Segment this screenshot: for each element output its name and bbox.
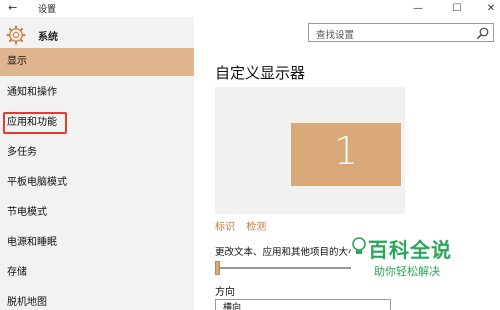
- search-input[interactable]: 查找设置: [308, 23, 494, 42]
- orientation-select[interactable]: 横向: [215, 299, 391, 310]
- title-bar: ← 设置 — ☐ ✕: [0, 0, 500, 17]
- gear-icon: [6, 25, 26, 45]
- highlight-box: [3, 112, 67, 134]
- monitor-1[interactable]: 1: [291, 123, 401, 186]
- sidebar-item-power-sleep[interactable]: 电源和睡眠: [0, 229, 194, 257]
- scale-slider-thumb[interactable]: [215, 261, 220, 275]
- watermark: 百科全说 助你轻松解决: [350, 232, 500, 288]
- sidebar-item-multitasking[interactable]: 多任务: [0, 139, 194, 167]
- search-placeholder: 查找设置: [316, 30, 355, 41]
- identify-link[interactable]: 标识: [215, 222, 235, 233]
- sidebar-item-storage[interactable]: 存储: [0, 259, 194, 287]
- maximize-button[interactable]: ☐: [440, 0, 474, 17]
- detect-link[interactable]: 检测: [246, 222, 266, 233]
- monitor-number: 1: [333, 129, 359, 173]
- scale-label: 更改文本、应用和其他项目的大小: [215, 247, 351, 258]
- orientation-label: 方向: [215, 287, 235, 298]
- watermark-brand: 百科全说: [368, 238, 452, 262]
- sidebar-item-offline-maps[interactable]: 脱机地图: [0, 289, 194, 310]
- sidebar-section-title: 系统: [38, 32, 58, 43]
- orientation-value: 横向: [223, 303, 242, 310]
- sidebar-item-battery-saver[interactable]: 节电模式: [0, 199, 194, 227]
- minimize-button[interactable]: —: [401, 0, 435, 17]
- page-title: 自定义显示器: [215, 64, 306, 82]
- sidebar-item-display[interactable]: 显示: [0, 48, 194, 76]
- back-arrow-icon[interactable]: ←: [8, 1, 17, 14]
- window-title: 设置: [38, 5, 57, 15]
- sidebar-header[interactable]: 系统: [0, 23, 194, 49]
- close-button[interactable]: ✕: [474, 0, 500, 17]
- scale-slider-track[interactable]: [215, 267, 351, 269]
- sidebar-item-tablet-mode[interactable]: 平板电脑模式: [0, 169, 194, 197]
- lightbulb-icon: [352, 237, 366, 254]
- sidebar-item-notifications[interactable]: 通知和操作: [0, 79, 194, 107]
- watermark-slogan: 助你轻松解决: [374, 265, 440, 278]
- monitor-links: 标识 检测: [215, 218, 274, 233]
- search-icon[interactable]: [476, 26, 490, 40]
